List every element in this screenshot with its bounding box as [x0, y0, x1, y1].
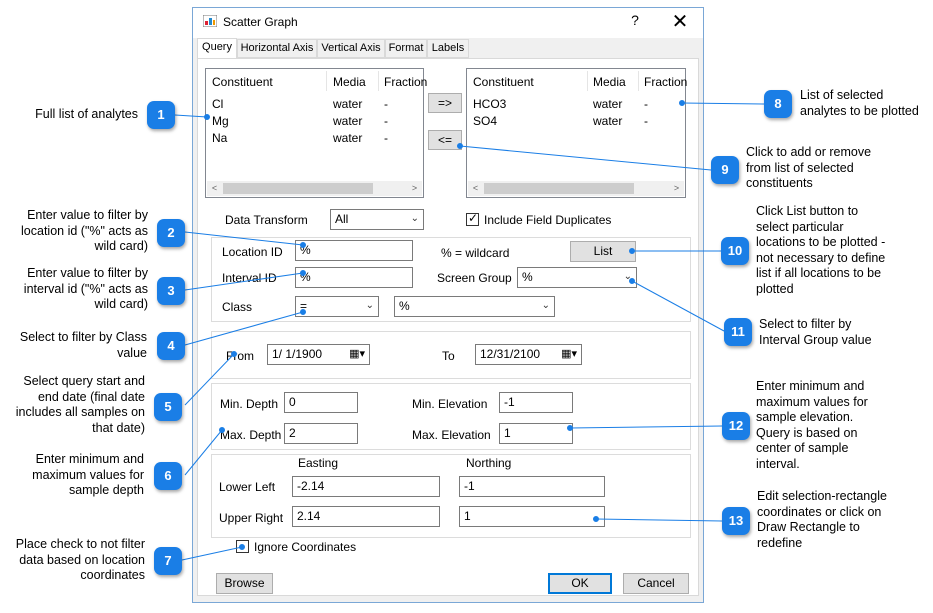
callout-6-text: Enter minimum and maximum values for sampl…: [32, 452, 144, 497]
callout-2-text: Enter value to filter by location id ("%"…: [21, 208, 148, 253]
callout-4-badge: 4: [157, 332, 185, 360]
callout-6-badge: 6: [154, 462, 182, 490]
callout-11-badge: 11: [724, 318, 752, 346]
callout-2-badge: 2: [157, 219, 185, 247]
callout-1-badge: 1: [147, 101, 175, 129]
callout-9-badge: 9: [711, 156, 739, 184]
callout-1-text: Full list of analytes: [35, 107, 138, 121]
callout-3-badge: 3: [157, 277, 185, 305]
callout-12-text: Enter minimum and maximum values for sampl…: [756, 379, 868, 471]
callout-8-badge: 8: [764, 90, 792, 118]
callout-12-badge: 12: [722, 412, 750, 440]
callout-5-badge: 5: [154, 393, 182, 421]
callout-8-text: List of selected analytes to be plotted: [800, 88, 919, 118]
callout-7-text: Place check to not filter data based on l…: [15, 537, 145, 582]
callout-3-text: Enter value to filter by interval id ("%"…: [23, 266, 148, 311]
callout-5-text: Select query start and end date (final da…: [15, 374, 145, 435]
callout-11-text: Select to filter by Interval Group value: [759, 317, 872, 347]
callout-10-text: Click List button to select particular loc…: [756, 204, 886, 296]
callout-13-badge: 13: [722, 507, 750, 535]
callout-9-text: Click to add or remove from list of selec…: [746, 145, 872, 190]
callout-7-badge: 7: [154, 547, 182, 575]
callout-13-text: Edit selection-rectangle coordinates or c…: [757, 489, 887, 550]
callout-10-badge: 10: [721, 237, 749, 265]
callout-4-text: Select to filter by Class value: [19, 330, 147, 360]
